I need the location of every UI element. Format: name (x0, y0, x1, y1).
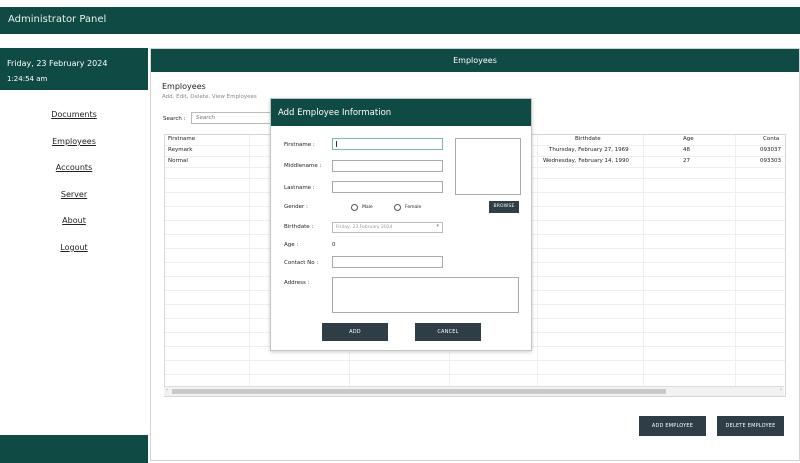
chevron-down-icon[interactable]: ▾ (436, 223, 439, 229)
search-label: Search : (163, 116, 186, 122)
add-employee-button[interactable]: ADD EMPLOYEE (639, 416, 706, 436)
birthdate-picker[interactable]: Friday, 23 February 2024 ▾ (332, 222, 443, 233)
cancel-button[interactable]: CANCEL (415, 323, 481, 341)
address-label: Address : (284, 280, 310, 286)
column-header-firstname: Firstname (168, 136, 196, 142)
lastname-label: Lastname : (284, 185, 315, 191)
sidebar-item-employees[interactable]: Employees (0, 137, 148, 146)
middlename-label: Middlename : (284, 163, 322, 169)
delete-employee-button[interactable]: DELETE EMPLOYEE (717, 416, 784, 436)
table-cell[interactable]: Reymark (168, 147, 192, 153)
table-cell[interactable]: 093303 (760, 158, 781, 164)
age-value: 0 (332, 242, 336, 248)
scroll-left-icon[interactable]: ‹ (166, 387, 168, 393)
horizontal-scrollbar[interactable]: ‹ › (164, 386, 784, 396)
table-cell[interactable]: 093037 (760, 147, 781, 153)
browse-button[interactable]: BROWSE (489, 201, 519, 213)
add-button[interactable]: ADD (322, 323, 388, 341)
grid-line (643, 135, 644, 396)
contact-field[interactable] (332, 256, 443, 268)
page-title: Employees (162, 82, 206, 91)
dialog-header: Add Employee Information (271, 99, 531, 126)
female-label: Female (405, 205, 422, 210)
table-cell[interactable]: 27 (683, 158, 690, 164)
column-header-age: Age (683, 136, 694, 142)
column-header-birthdate: Birthdate (575, 136, 601, 142)
app-title: Administrator Panel (8, 14, 107, 25)
middlename-field[interactable] (332, 160, 443, 172)
birthdate-label: Birthdate : (284, 224, 314, 230)
address-field[interactable] (332, 277, 519, 313)
grid-line (735, 135, 736, 396)
sidebar-item-logout[interactable]: Logout (0, 243, 148, 252)
sidebar-item-accounts[interactable]: Accounts (0, 163, 148, 172)
sidebar-footer (0, 435, 148, 463)
scrollbar-thumb[interactable] (172, 389, 666, 394)
table-cell[interactable]: Thursday, February 27, 1969 (549, 147, 629, 153)
panel-header: Employees (151, 49, 799, 72)
male-radio[interactable] (351, 204, 358, 211)
dialog-title: Add Employee Information (278, 108, 392, 118)
sidebar: Friday, 23 February 2024 1:24:54 am Docu… (0, 48, 148, 463)
current-date: Friday, 23 February 2024 (7, 59, 108, 68)
table-cell[interactable]: 48 (683, 147, 690, 153)
firstname-label: Firstname : (284, 142, 315, 148)
gender-label: Gender : (284, 204, 308, 210)
column-header-contact: Conta (763, 136, 780, 142)
firstname-field[interactable] (332, 138, 443, 150)
search-input[interactable] (191, 112, 281, 124)
sidebar-item-documents[interactable]: Documents (0, 110, 148, 119)
table-cell[interactable]: Normal (168, 158, 188, 164)
male-label: Male (362, 205, 373, 210)
female-radio[interactable] (394, 204, 401, 211)
scroll-right-icon[interactable]: › (780, 387, 782, 393)
panel-header-title: Employees (453, 56, 497, 65)
current-time: 1:24:54 am (7, 75, 48, 83)
photo-preview (455, 138, 521, 195)
sidebar-item-server[interactable]: Server (0, 190, 148, 199)
grid-line (165, 374, 785, 375)
age-label: Age : (284, 242, 299, 248)
grid-line (537, 135, 538, 396)
title-bar: Administrator Panel (0, 7, 800, 34)
sidebar-item-about[interactable]: About (0, 216, 148, 225)
birthdate-value: Friday, 23 February 2024 (336, 225, 393, 230)
grid-line (165, 360, 785, 361)
contact-label: Contact No : (284, 260, 319, 266)
page-subtitle: Add, Edit, Delete, View Employees (162, 94, 257, 100)
table-cell[interactable]: Wednesday, February 14, 1990 (543, 158, 629, 164)
date-panel: Friday, 23 February 2024 1:24:54 am (0, 48, 148, 90)
grid-line (249, 135, 250, 396)
lastname-field[interactable] (332, 181, 443, 193)
add-employee-dialog: Add Employee Information Firstname : Mid… (270, 98, 532, 351)
